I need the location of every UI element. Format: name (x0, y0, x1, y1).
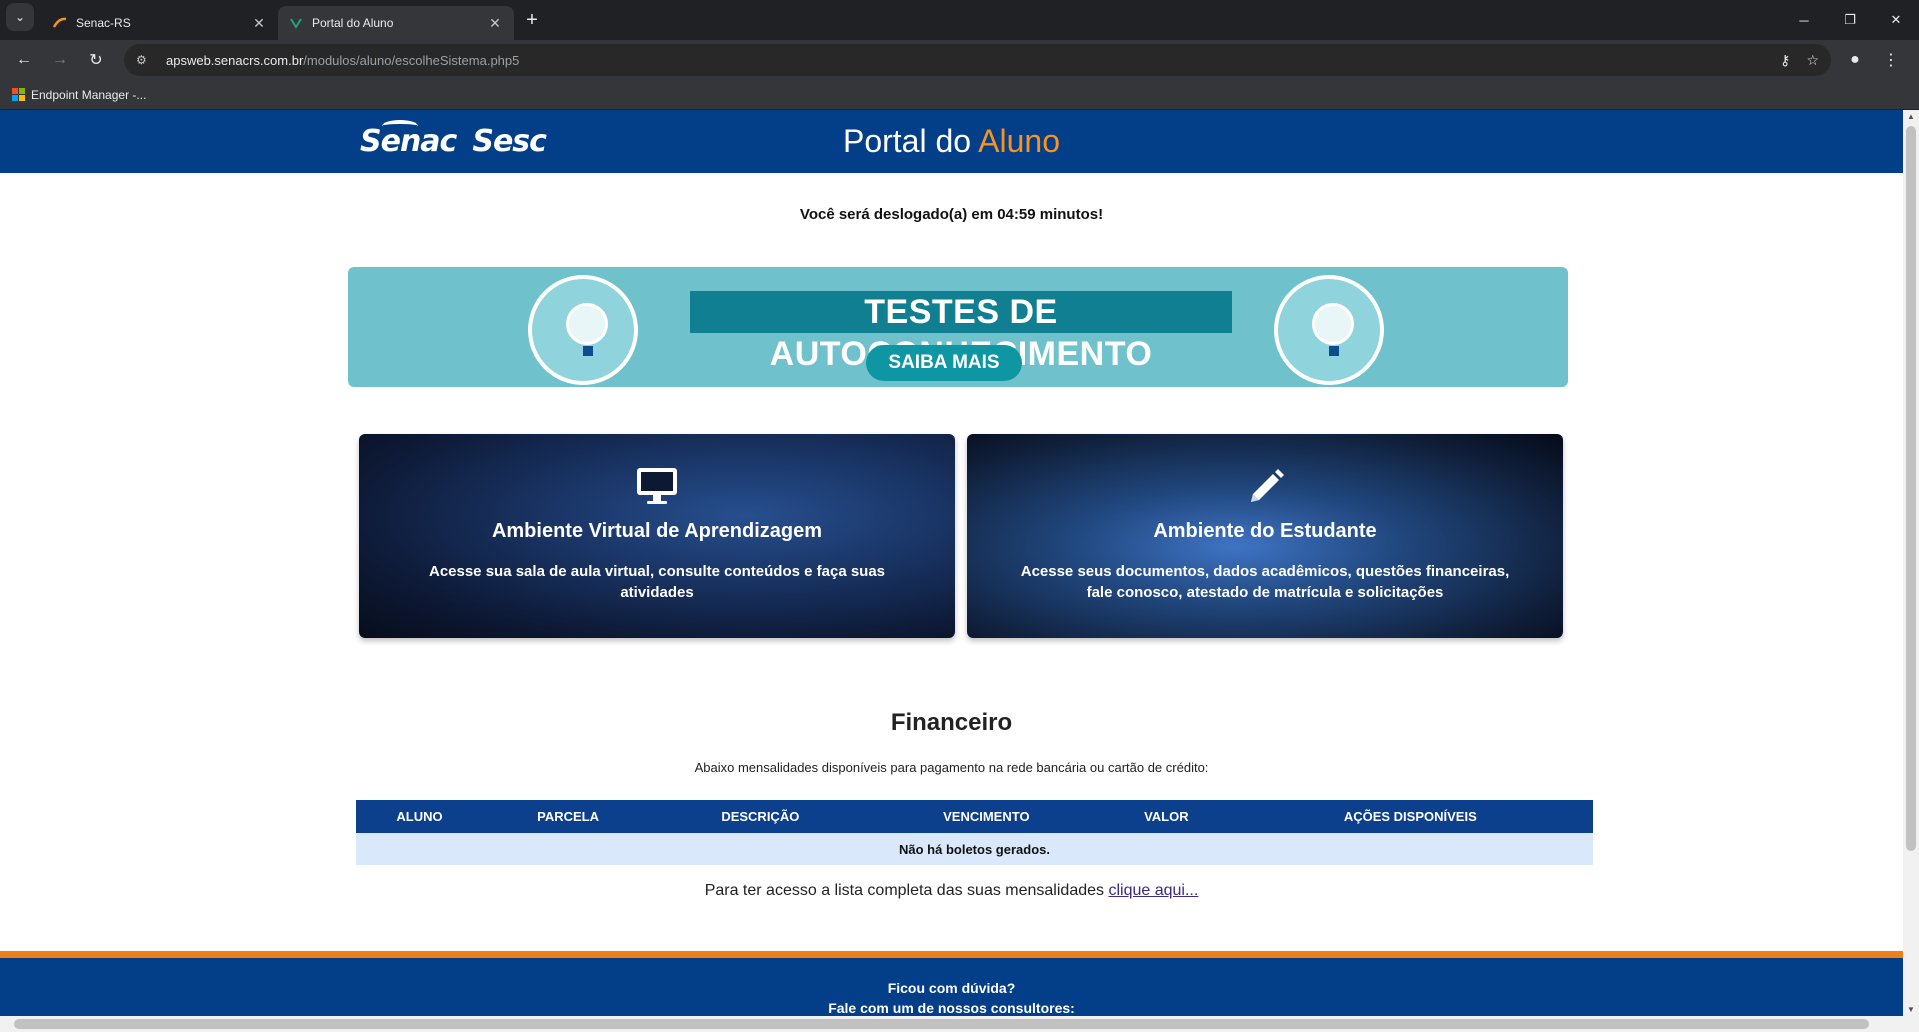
full-list-text: Para ter acesso a lista completa das sua… (704, 882, 1105, 899)
browser-tab-strip: ⌄ Senac-RS ✕ Portal do Aluno ✕ + ─ ❐ ✕ (0, 0, 1919, 40)
col-parcela: PARCELA (483, 800, 654, 833)
tab-portal-do-aluno[interactable]: Portal do Aluno ✕ (278, 6, 514, 40)
portal-favicon-icon (288, 15, 304, 31)
col-aluno: ALUNO (356, 800, 484, 833)
key-icon[interactable]: ⚷ (1780, 52, 1790, 69)
page-title: Portal do Aluno (0, 123, 1903, 160)
bookmark-star-icon[interactable]: ☆ (1806, 52, 1819, 69)
menu-kebab-icon[interactable]: ⋮ (1875, 44, 1907, 76)
card-ava[interactable]: Ambiente Virtual de Aprendizagem Acesse … (359, 434, 955, 638)
url-path: /modulos/aluno/escolheSistema.php5 (303, 52, 520, 68)
card-title: Ambiente do Estudante (1153, 520, 1377, 542)
title-accent: Aluno (978, 123, 1061, 159)
head-bulb-icon (1274, 275, 1384, 385)
tab-title: Senac-RS (76, 16, 131, 30)
monitor-icon (359, 466, 955, 514)
url-host: apsweb.senacrs.com.br (166, 52, 304, 68)
scroll-thumb[interactable] (14, 1019, 1869, 1029)
head-bulb-icon (528, 275, 638, 385)
system-cards: Ambiente Virtual de Aprendizagem Acesse … (359, 434, 1563, 638)
empty-message: Não há boletos gerados. (356, 833, 1593, 865)
scroll-thumb[interactable] (1906, 126, 1916, 851)
forward-icon[interactable]: → (44, 44, 76, 76)
footer-subtext: Fale com um de nossos consultores: (828, 1000, 1075, 1016)
saiba-mais-button[interactable]: SAIBA MAIS (866, 345, 1022, 381)
col-descricao: DESCRIÇÃO (653, 800, 868, 833)
close-tab-icon[interactable]: ✕ (486, 14, 504, 32)
scroll-down-icon[interactable]: ▼ (1907, 1005, 1915, 1014)
profile-icon[interactable]: ● (1839, 44, 1871, 76)
financeiro-title: Financeiro (890, 709, 1013, 736)
col-valor: VALOR (1105, 800, 1228, 833)
browser-toolbar: ← → ↻ ⚙ apsweb.senacrs.com.br/modulos/al… (0, 40, 1919, 80)
reload-icon[interactable]: ↻ (80, 44, 112, 76)
site-header: Senac Sesc Portal do Aluno (0, 110, 1903, 173)
col-acoes: AÇÕES DISPONÍVEIS (1227, 800, 1593, 833)
banner-title: TESTES DE AUTOCONHECIMENTO (690, 291, 1232, 373)
address-bar[interactable]: ⚙ apsweb.senacrs.com.br/modulos/aluno/es… (124, 44, 1831, 76)
close-tab-icon[interactable]: ✕ (250, 14, 268, 32)
window-controls: ─ ❐ ✕ (1781, 0, 1919, 40)
site-footer: Ficou com dúvida? Fale com um de nossos … (0, 958, 1903, 1016)
logout-countdown: Você será deslogado(a) em 04:59 minutos! (799, 206, 1104, 223)
boletos-table: ALUNO PARCELA DESCRIÇÃO VENCIMENTO VALOR… (356, 800, 1593, 865)
full-list-line: Para ter acesso a lista completa das sua… (0, 882, 1903, 900)
self-knowledge-banner[interactable]: TESTES DE AUTOCONHECIMENTO SAIBA MAIS (348, 267, 1568, 387)
bookmarks-bar: Endpoint Manager -... (0, 80, 1919, 110)
tab-title: Portal do Aluno (312, 16, 394, 30)
vertical-scrollbar[interactable]: ▲ ▼ (1903, 110, 1919, 1016)
minimize-icon[interactable]: ─ (1781, 0, 1827, 40)
footer-accent-bar (0, 951, 1903, 958)
clique-aqui-link[interactable]: clique aqui... (1108, 882, 1198, 899)
tab-senac-rs[interactable]: Senac-RS ✕ (42, 6, 278, 40)
horizontal-scrollbar[interactable] (0, 1016, 1919, 1032)
url-text: apsweb.senacrs.com.br/modulos/aluno/esco… (166, 53, 519, 68)
close-window-icon[interactable]: ✕ (1873, 0, 1919, 40)
restore-icon[interactable]: ❐ (1827, 0, 1873, 40)
tab-search-icon[interactable]: ⌄ (6, 3, 34, 31)
scroll-up-icon[interactable]: ▲ (1907, 112, 1915, 121)
card-description: Acesse seus documentos, dados acadêmicos… (1020, 563, 1510, 601)
pencil-icon (967, 466, 1563, 514)
footer-question: Ficou com dúvida? (887, 980, 1016, 996)
site-info-icon[interactable]: ⚙ (136, 53, 156, 67)
new-tab-icon[interactable]: + (518, 6, 546, 34)
card-description: Acesse sua sala de aula virtual, consult… (428, 563, 886, 601)
card-ambiente-estudante[interactable]: Ambiente do Estudante Acesse seus docume… (967, 434, 1563, 638)
bookmark-endpoint-manager[interactable]: Endpoint Manager -... (31, 88, 146, 102)
financeiro-subtitle: Abaixo mensalidades disponíveis para pag… (694, 760, 1209, 775)
table-row: Não há boletos gerados. (356, 833, 1593, 865)
senac-favicon-icon (52, 15, 68, 31)
title-prefix: Portal do (842, 123, 972, 159)
col-vencimento: VENCIMENTO (867, 800, 1106, 833)
table-header-row: ALUNO PARCELA DESCRIÇÃO VENCIMENTO VALOR… (356, 800, 1593, 833)
card-title: Ambiente Virtual de Aprendizagem (491, 520, 823, 542)
page-content: Senac Sesc Portal do Aluno Você será des… (0, 110, 1903, 1016)
page-viewport: Senac Sesc Portal do Aluno Você será des… (0, 110, 1919, 1032)
microsoft-logo-icon (12, 88, 25, 101)
back-icon[interactable]: ← (8, 44, 40, 76)
